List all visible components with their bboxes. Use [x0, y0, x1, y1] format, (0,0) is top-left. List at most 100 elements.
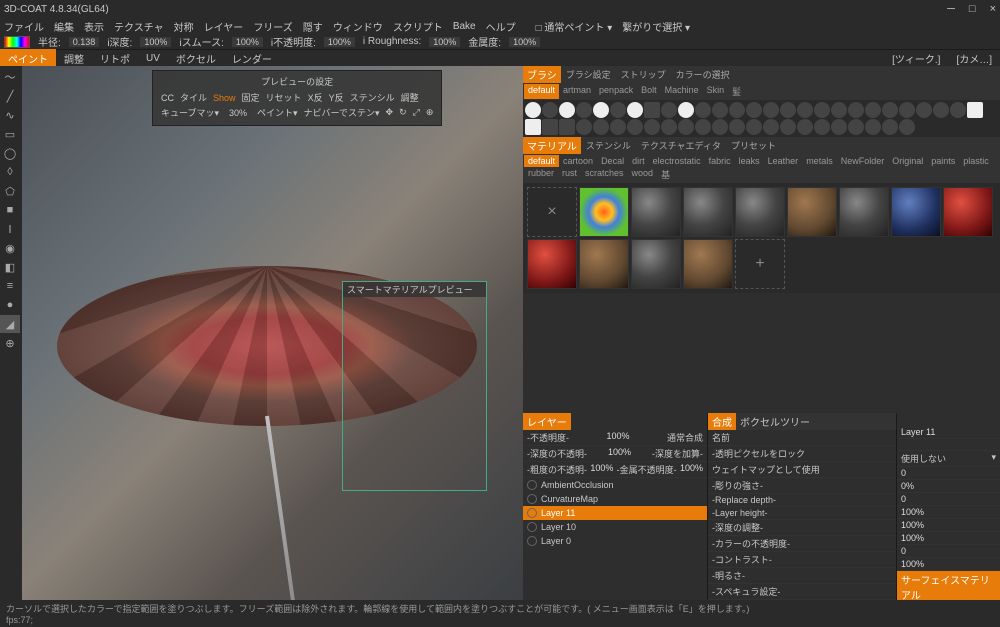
menu-script[interactable]: スクリプト — [393, 19, 443, 34]
val-field[interactable]: 0% — [901, 481, 914, 491]
brush-tab-color[interactable]: カラーの選択 — [671, 66, 735, 83]
brush-item[interactable] — [763, 102, 779, 118]
brush-item[interactable] — [899, 102, 915, 118]
matcat[interactable]: rust — [558, 167, 581, 182]
material-item[interactable] — [683, 187, 733, 237]
brush-item[interactable] — [695, 102, 711, 118]
menu-layer[interactable]: レイヤー — [204, 19, 244, 34]
menu-file[interactable]: ファイル — [4, 19, 44, 34]
text-tool-icon[interactable]: Ⅰ — [0, 220, 20, 238]
cubemap-select[interactable]: キューブマッ▾ — [161, 106, 219, 119]
flipx-button[interactable]: X反 — [308, 91, 323, 104]
val-field[interactable]: 100% — [901, 533, 924, 543]
mat-tab-preset[interactable]: プリセット — [726, 137, 781, 154]
layer-row[interactable]: Layer 10 — [523, 520, 707, 534]
brush-item[interactable] — [831, 102, 847, 118]
brush-item[interactable] — [627, 102, 643, 118]
brush-item[interactable] — [746, 102, 762, 118]
brush-item[interactable] — [695, 119, 711, 135]
brush-item[interactable] — [865, 119, 881, 135]
paint-mode-select[interactable]: □ 通常ペイント ▾ — [536, 19, 613, 34]
val-field[interactable]: 100% — [901, 507, 924, 517]
menu-window[interactable]: ウィンドウ — [333, 19, 383, 34]
visibility-icon[interactable] — [527, 522, 537, 532]
matcat[interactable]: NewFolder — [837, 155, 889, 167]
fill-tool-icon[interactable]: ◢ — [0, 315, 20, 333]
layer-row[interactable]: Layer 0 — [523, 534, 707, 548]
prop-row[interactable]: ウェイトマップとして使用 — [708, 462, 896, 478]
material-item[interactable] — [631, 239, 681, 289]
prop-row[interactable]: 名前 — [708, 430, 896, 446]
maximize-icon[interactable]: □ — [969, 3, 976, 15]
brush-tab-settings[interactable]: ブラシ設定 — [561, 66, 616, 83]
brush-item[interactable] — [780, 102, 796, 118]
material-item[interactable] — [891, 187, 941, 237]
layer-row[interactable]: AmbientOcclusion — [523, 478, 707, 492]
radius-field[interactable]: 0.138 — [69, 37, 100, 47]
metalopac-val[interactable]: 100% — [680, 463, 703, 476]
layer-name[interactable]: Layer 11 — [901, 427, 935, 437]
ellipse-tool-icon[interactable]: ◯ — [0, 144, 20, 162]
prop-row[interactable]: -Replace depth- — [708, 494, 896, 507]
val-field[interactable]: 0 — [901, 494, 906, 504]
brush-item[interactable] — [525, 102, 541, 118]
preview-settings-panel[interactable]: プレビューの設定 CC タイル Show 固定 リセット X反 Y反 ステンシル… — [152, 70, 442, 126]
brush-item[interactable] — [729, 102, 745, 118]
brush-item[interactable] — [814, 102, 830, 118]
matcat[interactable]: cartoon — [559, 155, 597, 167]
voxeltree-label[interactable]: ボクセルツリー — [736, 413, 814, 430]
tab-render[interactable]: レンダー — [224, 49, 280, 68]
brush-item[interactable] — [848, 102, 864, 118]
material-item[interactable] — [787, 187, 837, 237]
brush-item[interactable] — [780, 119, 796, 135]
visibility-icon[interactable] — [527, 508, 537, 518]
matcat[interactable]: fabric — [705, 155, 735, 167]
brush-item[interactable] — [576, 102, 592, 118]
val-field[interactable]: 0 — [901, 468, 906, 478]
matcat[interactable]: rubber — [524, 167, 558, 182]
chevron-down-icon[interactable]: ▾ — [991, 452, 996, 465]
prop-row[interactable]: -透明ピクセルをロック — [708, 446, 896, 462]
matcat[interactable]: 基 — [657, 167, 674, 182]
brushcat-artman[interactable]: artman — [559, 84, 595, 99]
val-field[interactable]: 100% — [901, 520, 924, 530]
smooth-field[interactable]: 100% — [232, 37, 263, 47]
brush-item[interactable] — [848, 119, 864, 135]
minimize-icon[interactable]: ─ — [947, 3, 955, 15]
tab-paint[interactable]: ペイント — [0, 49, 56, 68]
brush-tab-strip[interactable]: ストリップ — [616, 66, 671, 83]
brush-item[interactable] — [746, 119, 762, 135]
depthopac-val[interactable]: 100% — [608, 447, 631, 460]
brushcat-penpack[interactable]: penpack — [595, 84, 637, 99]
prop-row[interactable]: -彫りの強さ- — [708, 478, 896, 494]
brush-item[interactable] — [525, 119, 541, 135]
brush-item[interactable] — [644, 102, 660, 118]
prop-row[interactable]: -明るさ- — [708, 568, 896, 584]
color-swatch[interactable] — [4, 36, 30, 48]
brush-item[interactable] — [593, 119, 609, 135]
rect-tool-icon[interactable]: ▭ — [0, 125, 20, 143]
visibility-icon[interactable] — [527, 494, 537, 504]
material-item[interactable] — [683, 239, 733, 289]
brush-item[interactable] — [661, 119, 677, 135]
close-icon[interactable]: × — [990, 3, 996, 15]
prop-row[interactable]: -カラーの不透明度- — [708, 536, 896, 552]
stencil-button[interactable]: ステンシル — [350, 91, 395, 104]
material-item[interactable] — [839, 187, 889, 237]
brush-item[interactable] — [916, 102, 932, 118]
menu-texture[interactable]: テクスチャ — [114, 19, 164, 34]
brush-item[interactable] — [610, 102, 626, 118]
roughopac-val[interactable]: 100% — [590, 463, 613, 476]
mat-close[interactable]: × — [527, 187, 577, 237]
scale-field[interactable]: 30% — [225, 108, 251, 118]
material-item[interactable] — [735, 187, 785, 237]
mat-new[interactable]: + — [735, 239, 785, 289]
paint-select[interactable]: ペイント▾ — [257, 106, 298, 119]
brush-item[interactable] — [627, 119, 643, 135]
brush-item[interactable] — [610, 119, 626, 135]
line-tool-icon[interactable]: ╱ — [0, 87, 20, 105]
show-button[interactable]: Show — [213, 93, 236, 103]
matcat[interactable]: metals — [802, 155, 837, 167]
opacity-field[interactable]: 100% — [324, 37, 355, 47]
matcat[interactable]: leaks — [735, 155, 764, 167]
